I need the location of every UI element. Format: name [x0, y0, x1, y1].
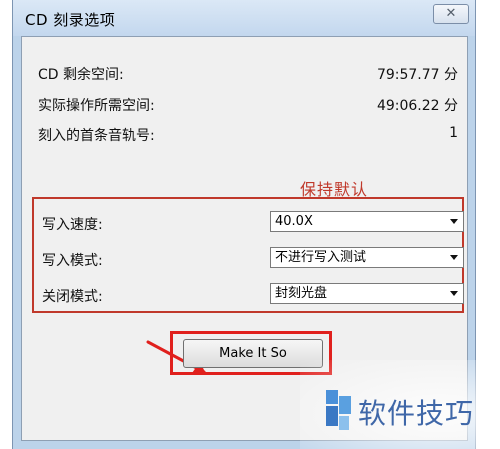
title-bar: CD 刻录选项 ✕	[13, 0, 475, 36]
required-space-row: 实际操作所需空间: 49:06.22 分	[38, 95, 458, 115]
watermark-text: 软件技巧	[358, 397, 475, 430]
close-button[interactable]: ✕	[433, 4, 469, 24]
first-track-row: 刻入的首条音轨号: 1	[38, 125, 458, 145]
required-space-value: 49:06.22 分	[376, 98, 458, 114]
options-highlight-box: 写入速度: 40.0X 写入模式: 不进行写入测试 关闭模式: 封刻光盘	[32, 197, 464, 313]
write-speed-value: 40.0X	[275, 214, 313, 229]
write-speed-select[interactable]: 40.0X	[270, 211, 464, 232]
cd-remaining-space-value: 79:57.77 分	[376, 67, 458, 83]
write-mode-value: 不进行写入测试	[275, 250, 367, 265]
write-mode-select[interactable]: 不进行写入测试	[270, 247, 464, 268]
close-mode-label: 关闭模式:	[42, 289, 103, 305]
chevron-down-icon	[450, 255, 458, 260]
window-title: CD 刻录选项	[25, 11, 116, 29]
first-track-value: 1	[449, 125, 458, 141]
watermark-logo-icon	[326, 386, 352, 436]
close-mode-select[interactable]: 封刻光盘	[270, 283, 464, 304]
first-track-label: 刻入的首条音轨号:	[38, 128, 155, 144]
cd-remaining-space-label: CD 剩余空间:	[38, 67, 124, 83]
close-icon: ✕	[445, 6, 457, 21]
chevron-down-icon	[450, 291, 458, 296]
write-speed-label: 写入速度:	[42, 217, 103, 233]
required-space-label: 实际操作所需空间:	[38, 98, 155, 114]
chevron-down-icon	[450, 219, 458, 224]
close-mode-value: 封刻光盘	[275, 286, 328, 301]
cd-remaining-space-row: CD 剩余空间: 79:57.77 分	[38, 64, 458, 84]
screenshot-stage: CD 刻录选项 ✕ CD 剩余空间: 79:57.77 分 实际操作所需空间: …	[0, 0, 500, 449]
write-mode-label: 写入模式:	[42, 253, 103, 269]
